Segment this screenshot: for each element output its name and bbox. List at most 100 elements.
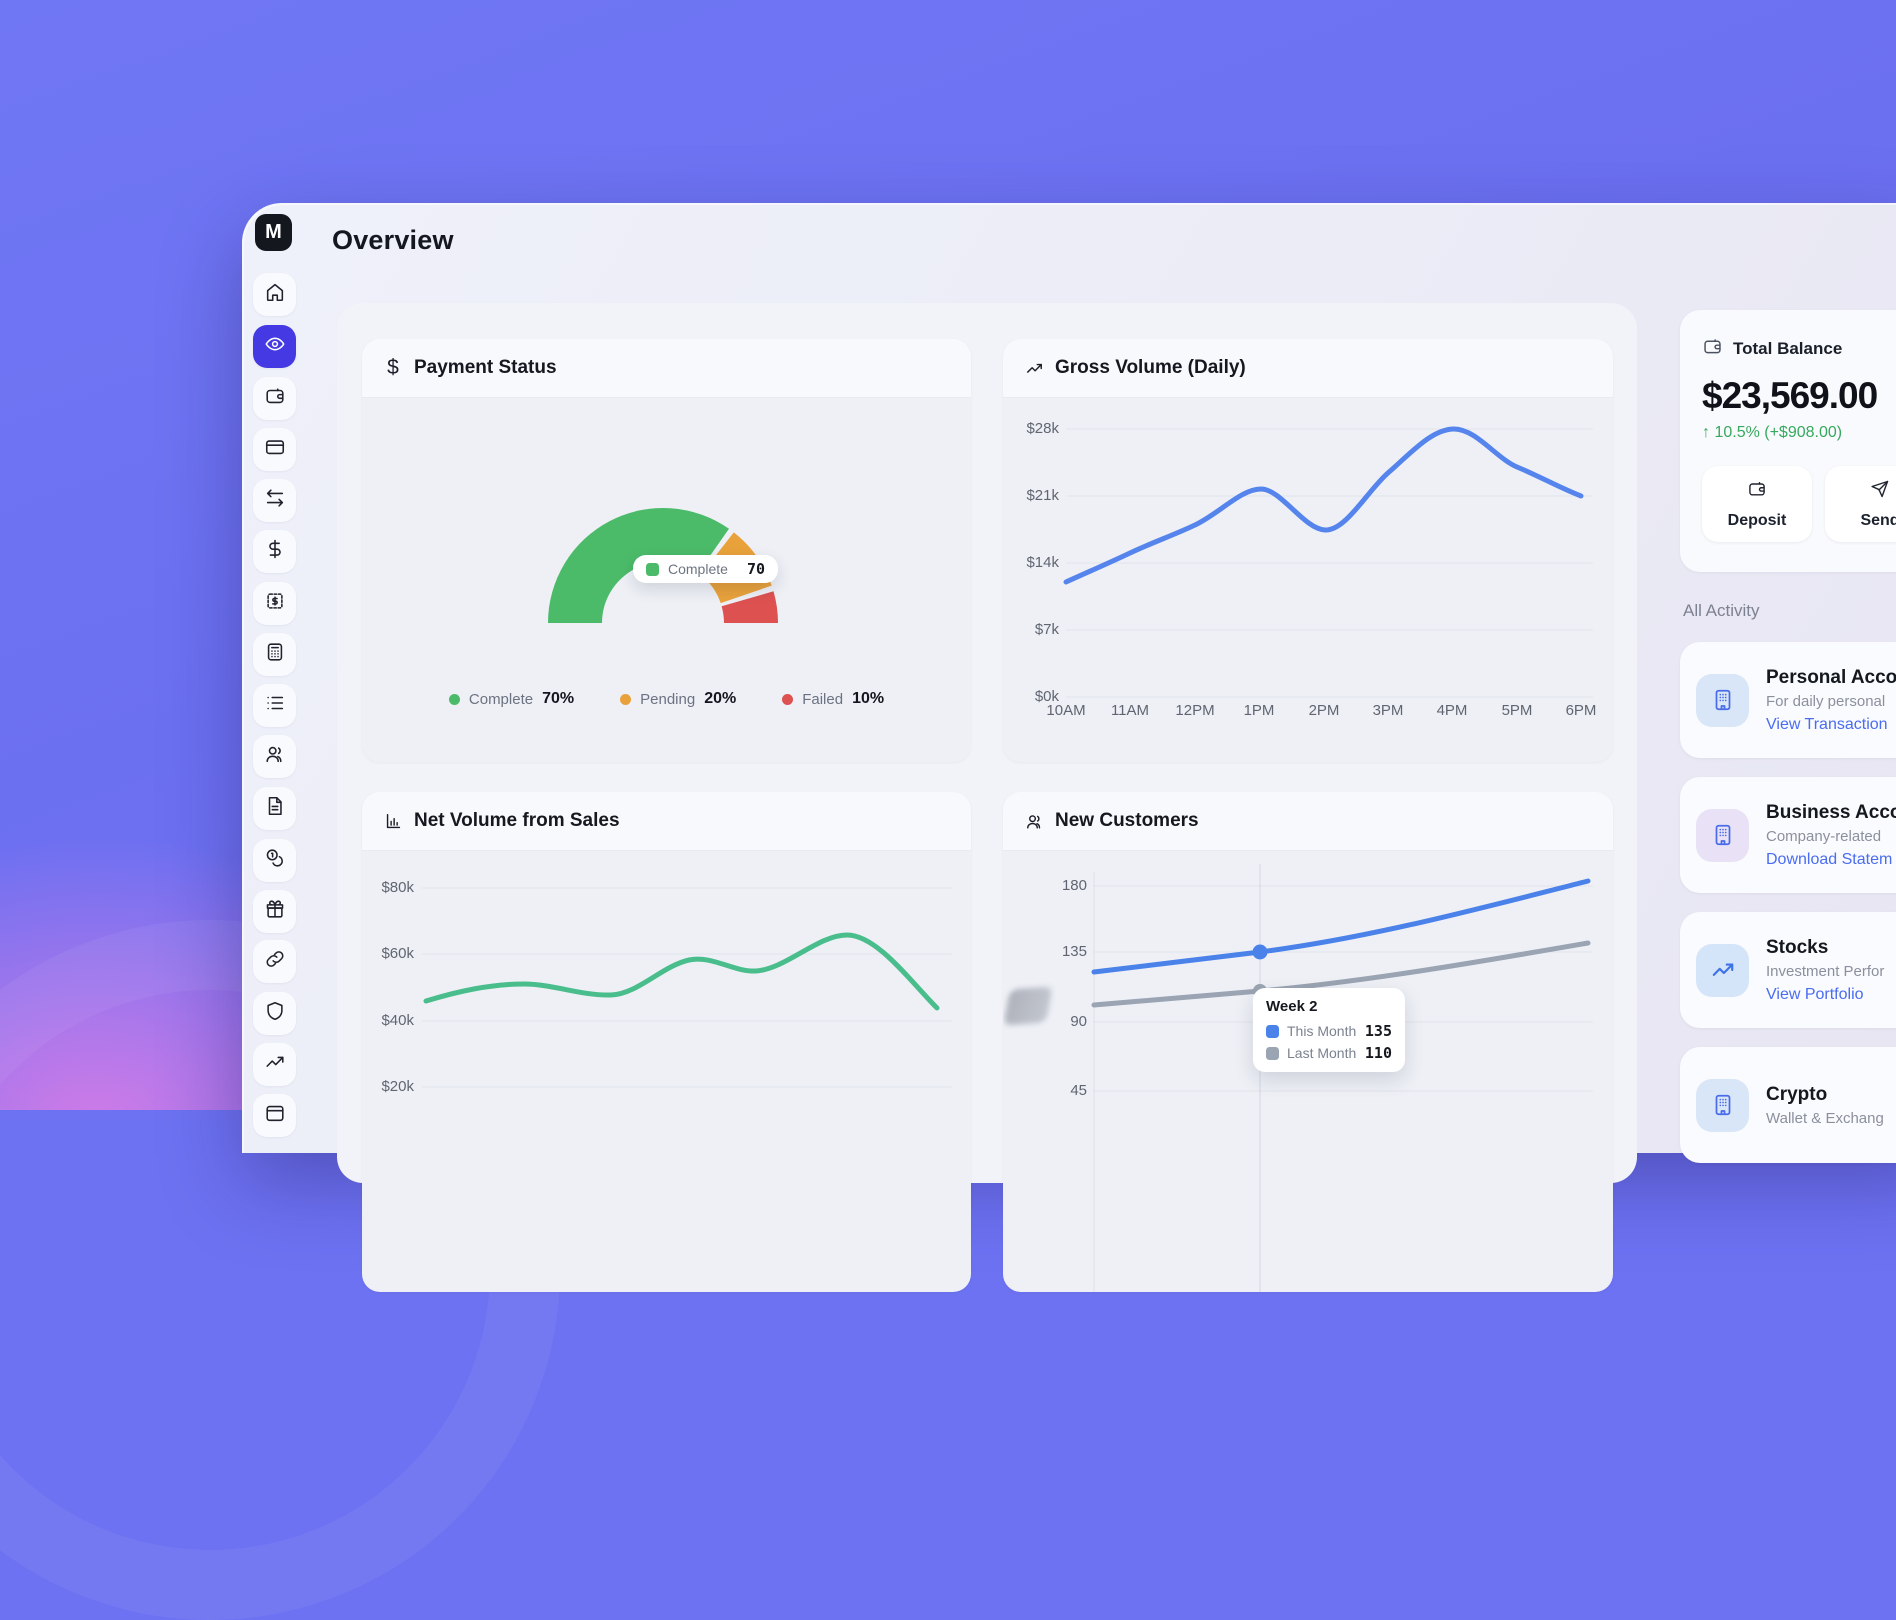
eye-icon <box>264 333 286 360</box>
y-tick: 45 <box>1039 1082 1087 1099</box>
activity-text: Stocks Investment Perfor View Portfolio <box>1766 937 1884 1004</box>
send-button-label: Send <box>1860 512 1896 530</box>
net-volume-card: Net Volume from Sales $80k $60k $40k $20… <box>362 792 971 1292</box>
legend-value: 10% <box>852 690 884 708</box>
tooltip-row-last-month: Last Month 110 <box>1266 1044 1392 1062</box>
y-tick: 180 <box>1039 877 1087 894</box>
legend-item-failed: Failed 10% <box>782 690 884 708</box>
activity-item-business-account[interactable]: Business Accou Company-related Download … <box>1680 777 1896 893</box>
gauge-tooltip: Complete 70 <box>633 555 778 583</box>
sidebar-item-invoices[interactable] <box>253 582 296 625</box>
deposit-button-label: Deposit <box>1728 512 1787 530</box>
tooltip-value: 110 <box>1365 1044 1392 1062</box>
sidebar-item-calculator[interactable] <box>253 633 296 676</box>
activity-title: Business Accou <box>1766 802 1896 824</box>
sidebar-item-home[interactable] <box>253 273 296 316</box>
sidebar-item-rewards[interactable] <box>253 890 296 933</box>
y-tick: $60k <box>370 945 414 962</box>
activity-title: Stocks <box>1766 937 1884 959</box>
activity-title: Crypto <box>1766 1084 1884 1106</box>
sidebar-item-links[interactable] <box>253 940 296 983</box>
sidebar-item-transfers[interactable] <box>253 479 296 522</box>
app-window-icon <box>264 1102 286 1129</box>
app-logo-letter: M <box>265 221 282 244</box>
total-balance-amount: $23,569.00 <box>1702 375 1896 417</box>
wallet-icon <box>264 385 286 412</box>
users-icon <box>264 743 286 770</box>
view-transactions-link[interactable]: View Transaction <box>1766 716 1896 734</box>
page-title: Overview <box>332 225 454 256</box>
legend-label: Complete <box>469 691 533 708</box>
payment-status-card: $ Payment Status Complete 70 Complete 70… <box>362 339 971 762</box>
app-logo[interactable]: M <box>255 214 292 251</box>
wallet-icon <box>1702 336 1723 362</box>
x-tick: 5PM <box>1493 702 1541 719</box>
activity-item-crypto[interactable]: Crypto Wallet & Exchang <box>1680 1047 1896 1163</box>
receipt-icon <box>264 590 286 617</box>
legend-value: 70% <box>542 690 574 708</box>
x-tick: 12PM <box>1171 702 1219 719</box>
tooltip-title: Week 2 <box>1266 998 1392 1015</box>
wallet-icon <box>1747 479 1767 504</box>
sidebar-item-apps[interactable] <box>253 1094 296 1137</box>
activity-item-stocks[interactable]: Stocks Investment Perfor View Portfolio <box>1680 912 1896 1028</box>
y-tick: $20k <box>370 1078 414 1095</box>
gross-volume-chart[interactable] <box>1003 339 1613 762</box>
sidebar-item-customers[interactable] <box>253 735 296 778</box>
legend-value: 20% <box>704 690 736 708</box>
transfer-arrows-icon <box>264 487 286 514</box>
sidebar-item-overview[interactable] <box>253 325 296 368</box>
new-customers-card: New Customers 180 135 90 45 Week 2 This <box>1003 792 1613 1292</box>
customers-tooltip: Week 2 This Month 135 Last Month 110 <box>1253 988 1405 1072</box>
sidebar-item-list[interactable] <box>253 684 296 727</box>
coins-icon <box>264 847 286 874</box>
activity-item-personal-account[interactable]: Personal Accou For daily personal View T… <box>1680 642 1896 758</box>
balance-actions: Deposit Send <box>1702 466 1896 542</box>
sidebar-item-coins[interactable] <box>253 839 296 882</box>
document-icon <box>264 795 286 822</box>
y-tick: $28k <box>1017 420 1059 437</box>
sidebar-item-cards[interactable] <box>253 428 296 471</box>
view-portfolio-link[interactable]: View Portfolio <box>1766 986 1884 1004</box>
tooltip-label: Complete <box>668 561 728 577</box>
send-icon <box>1870 479 1890 504</box>
send-button[interactable]: Send <box>1825 466 1896 542</box>
sidebar-item-wallet[interactable] <box>253 377 296 420</box>
payment-legend: Complete 70% Pending 20% Failed 10% <box>362 690 971 708</box>
y-tick: $80k <box>370 879 414 896</box>
sidebar-item-analytics[interactable] <box>253 1043 296 1086</box>
gross-volume-line <box>1066 429 1581 582</box>
app-window: M Overview <box>242 203 1896 1153</box>
legend-item-complete: Complete 70% <box>449 690 574 708</box>
sidebar-item-payments[interactable] <box>253 530 296 573</box>
deposit-button[interactable]: Deposit <box>1702 466 1812 542</box>
all-activity-heading: All Activity <box>1683 601 1760 621</box>
activity-subtitle: Investment Perfor <box>1766 963 1884 980</box>
gift-icon <box>264 898 286 925</box>
activity-title: Personal Accou <box>1766 667 1896 689</box>
total-balance-row: Total Balance <box>1702 336 1896 362</box>
x-tick: 4PM <box>1428 702 1476 719</box>
net-volume-chart[interactable] <box>362 792 971 1292</box>
legend-label: Failed <box>802 691 843 708</box>
x-tick: 6PM <box>1557 702 1605 719</box>
x-tick: 3PM <box>1364 702 1412 719</box>
activity-text: Personal Accou For daily personal View T… <box>1766 667 1896 734</box>
legend-item-pending: Pending 20% <box>620 690 736 708</box>
tooltip-label: This Month <box>1287 1023 1356 1039</box>
tooltip-swatch-blue <box>1266 1025 1279 1038</box>
this-month-point[interactable] <box>1253 945 1268 960</box>
calculator-icon <box>264 641 286 668</box>
tooltip-swatch-complete <box>646 563 659 576</box>
y-tick: $14k <box>1017 554 1059 571</box>
x-tick: 1PM <box>1235 702 1283 719</box>
activity-text: Crypto Wallet & Exchang <box>1766 1084 1884 1127</box>
x-tick: 10AM <box>1042 702 1090 719</box>
y-tick: $7k <box>1017 621 1059 638</box>
sidebar-item-security[interactable] <box>253 992 296 1035</box>
building-icon <box>1696 674 1749 727</box>
dollar-icon <box>264 538 286 565</box>
download-statement-link[interactable]: Download Statem <box>1766 851 1896 869</box>
list-icon <box>264 692 286 719</box>
sidebar-item-documents[interactable] <box>253 787 296 830</box>
